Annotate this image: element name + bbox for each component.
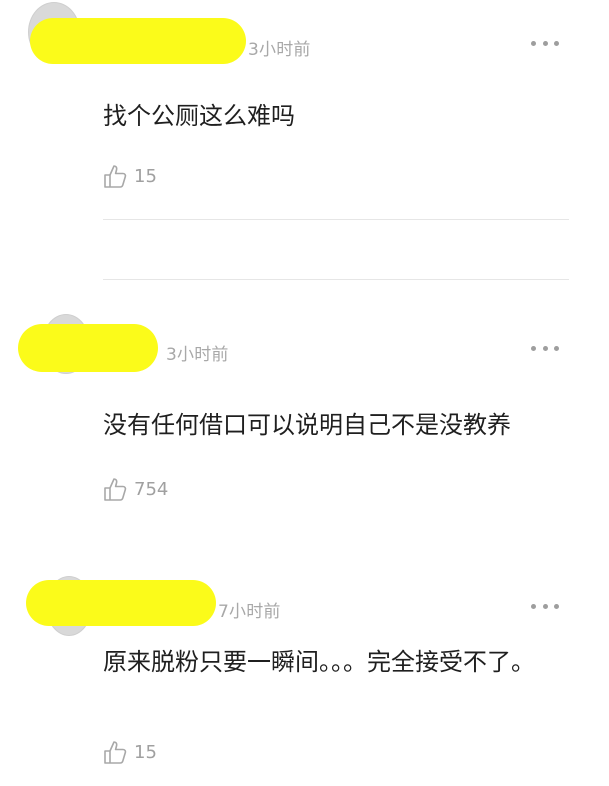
more-options-button[interactable] bbox=[531, 38, 559, 48]
comment-text: 原来脱粉只要一瞬间。。。完全接受不了。 bbox=[103, 648, 535, 676]
comment-item: 3小时前 没有任何借口可以说明自己不是没教养 754 bbox=[0, 300, 609, 530]
like-count: 15 bbox=[134, 165, 157, 187]
username-redaction bbox=[30, 18, 246, 64]
like-count: 754 bbox=[134, 478, 169, 500]
comment-time: 3小时前 bbox=[248, 40, 311, 60]
comment-item: 3小时前 找个公厕这么难吗 15 bbox=[0, 0, 609, 230]
comment-text: 找个公厕这么难吗 bbox=[103, 102, 295, 130]
divider bbox=[103, 279, 569, 280]
comment-time: 3小时前 bbox=[166, 345, 229, 365]
more-dots-icon bbox=[531, 345, 536, 351]
comment-item: 7小时前 原来脱粉只要一瞬间。。。完全接受不了。 15 bbox=[0, 560, 609, 786]
more-options-button[interactable] bbox=[531, 601, 559, 611]
username-redaction bbox=[18, 324, 158, 372]
like-count: 15 bbox=[134, 741, 157, 763]
comment-text: 没有任何借口可以说明自己不是没教养 bbox=[103, 411, 511, 439]
thumbs-up-icon bbox=[104, 741, 127, 764]
divider bbox=[103, 219, 569, 220]
username-redaction bbox=[26, 580, 216, 626]
like-button[interactable]: 15 bbox=[102, 738, 157, 766]
comment-time: 7小时前 bbox=[218, 602, 281, 622]
more-options-button[interactable] bbox=[531, 343, 559, 353]
more-dots-icon bbox=[531, 603, 536, 609]
thumbs-up-icon bbox=[104, 478, 127, 501]
like-button[interactable]: 15 bbox=[102, 162, 157, 190]
like-button[interactable]: 754 bbox=[102, 475, 168, 503]
thumbs-up-icon bbox=[104, 165, 127, 188]
more-dots-icon bbox=[531, 40, 536, 46]
